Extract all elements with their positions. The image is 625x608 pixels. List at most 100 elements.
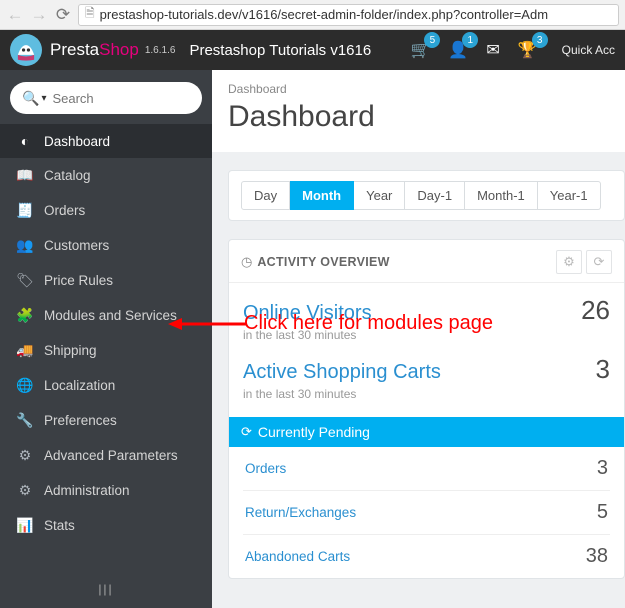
main-content: Dashboard Dashboard DayMonthYearDay-1Mon… [212,70,625,608]
pending-item: Return/Exchanges 5 [243,491,610,535]
sidebar-item-advanced-parameters[interactable]: ⚙ Advanced Parameters [0,438,212,473]
metric: Online Visitors 26 in the last 30 minutes [243,289,610,348]
nav-label: Orders [44,203,85,218]
nav-label: Price Rules [44,273,113,288]
trophy-icon[interactable]: 🏆3 [518,40,538,60]
pending-link[interactable]: Orders [245,461,286,476]
metric-link[interactable]: Online Visitors [243,302,372,325]
nav-icon: ⚙ [14,482,36,499]
nav-label: Stats [44,518,75,533]
range-day-1[interactable]: Day-1 [405,181,465,210]
metric-link[interactable]: Active Shopping Carts [243,361,441,384]
search-input[interactable] [52,91,228,106]
clock-icon: ◷ [241,254,252,270]
pending-value: 5 [597,501,608,524]
reload-icon[interactable]: ⟳ [54,5,72,25]
quick-access[interactable]: Quick Acc [562,43,615,57]
url-bar[interactable]: 🗎 prestashop-tutorials.dev/v1616/secret-… [78,4,619,26]
metrics-list: Online Visitors26in the last 30 minutesA… [229,283,624,417]
browser-toolbar: ← → ⟳ 🗎 prestashop-tutorials.dev/v1616/s… [0,0,625,30]
metric: Active Shopping Carts 3 in the last 30 min… [243,348,610,407]
cart-icon[interactable]: 🛒5 [410,40,430,60]
search-box[interactable]: 🔍 ▾ [10,82,202,114]
nav-label: Dashboard [44,134,110,149]
chevron-down-icon[interactable]: ▾ [41,93,46,104]
nav-icon: 🧩 [14,307,36,324]
sidebar-item-modules-and-services[interactable]: 🧩 Modules and Services [0,298,212,333]
pending-title: Currently Pending [258,424,370,440]
sidebar-item-preferences[interactable]: 🔧 Preferences [0,403,212,438]
nav-icon: 📊 [14,517,36,534]
pending-list: Orders 3 Return/Exchanges 5 Abandoned Carts 3… [229,447,624,578]
sidebar-item-localization[interactable]: 🌐 Localization [0,368,212,403]
page-title: Dashboard [228,100,609,134]
range-day[interactable]: Day [241,181,290,210]
pending-link[interactable]: Return/Exchanges [245,505,356,520]
sidebar-item-shipping[interactable]: 🚚 Shipping [0,333,212,368]
sidebar-item-administration[interactable]: ⚙ Administration [0,473,212,508]
sidebar-item-price-rules[interactable]: 🏷 Price Rules [0,263,212,298]
sidebar-item-stats[interactable]: 📊 Stats [0,508,212,543]
nav-label: Localization [44,378,115,393]
mail-icon[interactable]: ✉ [486,40,499,60]
sidebar-item-catalog[interactable]: 📖 Catalog [0,158,212,193]
pending-header: ⟳ Currently Pending [229,417,624,447]
page-icon: 🗎 [85,4,95,25]
page-header: Dashboard Dashboard [212,70,625,152]
nav-label: Catalog [44,168,91,183]
nav-label: Modules and Services [44,308,177,323]
trophy-badge: 3 [532,32,548,48]
overview-title: ACTIVITY OVERVIEW [257,255,389,269]
sidebar: 🔍 ▾ ◐Dashboard📖Catalog🧾Orders👥Customers🏷… [0,70,212,608]
forward-icon[interactable]: → [30,5,48,25]
nav-list: ◐ Dashboard 📖 Catalog 🧾 Orders 👥Customers 🏷 Pric… [0,124,212,570]
pending-value: 38 [586,545,608,568]
sidebar-item-dashboard[interactable]: ◐ Dashboard [0,124,212,158]
range-month[interactable]: Month [290,181,354,210]
nav-icon: ◐ [14,133,36,149]
back-icon[interactable]: ← [6,5,24,25]
nav-label: Administration [44,483,130,498]
nav-label: Shipping [44,343,97,358]
nav-label: Advanced Parameters [44,448,178,463]
reload-icon: ⟳ [241,424,252,440]
nav-icon: 🚚 [14,342,36,359]
pending-value: 3 [597,457,608,480]
metric-sub: in the last 30 minutes [243,387,610,401]
sidebar-item-customers[interactable]: 👥Customers [0,228,212,263]
nav-icon: 🏷 [14,272,36,289]
logo[interactable] [10,34,42,66]
pending-item: Orders 3 [243,447,610,491]
user-icon[interactable]: 👤1 [448,40,468,60]
breadcrumb: Dashboard [228,82,609,96]
date-range-panel: DayMonthYearDay-1Month-1Year-1 [228,170,625,221]
metric-sub: in the last 30 minutes [243,328,610,342]
range-year[interactable]: Year [354,181,405,210]
pending-item: Abandoned Carts 38 [243,535,610,578]
nav-icon: 🔧 [14,412,36,429]
metric-value: 3 [596,354,610,385]
search-icon: 🔍 [22,90,39,107]
store-name[interactable]: Prestashop Tutorials v1616 [189,42,371,59]
brand-text: PrestaShop [50,40,139,60]
version-label: 1.6.1.6 [145,45,176,56]
pending-link[interactable]: Abandoned Carts [245,549,350,564]
sidebar-item-orders[interactable]: 🧾 Orders [0,193,212,228]
url-text: prestashop-tutorials.dev/v1616/secret-ad… [100,7,548,22]
user-badge: 1 [462,32,478,48]
refresh-icon[interactable]: ⟳ [586,250,612,274]
activity-overview-panel: ◷ ACTIVITY OVERVIEW ⚙ ⟳ Online Visitors 2… [228,239,625,579]
nav-icon: 🌐 [14,377,36,394]
range-month-1[interactable]: Month-1 [465,181,538,210]
metric-value: 26 [581,295,610,326]
nav-label: Preferences [44,413,117,428]
nav-icon: 📖 [14,167,36,184]
gear-icon[interactable]: ⚙ [556,250,582,274]
nav-icon: 🧾 [14,202,36,219]
range-year-1[interactable]: Year-1 [538,181,601,210]
collapse-toggle[interactable]: ||| [0,570,212,608]
nav-label: Customers [44,238,109,253]
cart-badge: 5 [424,32,440,48]
header-actions: 🛒5 👤1 ✉ 🏆3 Quick Acc [410,40,615,60]
nav-icon: ⚙ [14,447,36,464]
